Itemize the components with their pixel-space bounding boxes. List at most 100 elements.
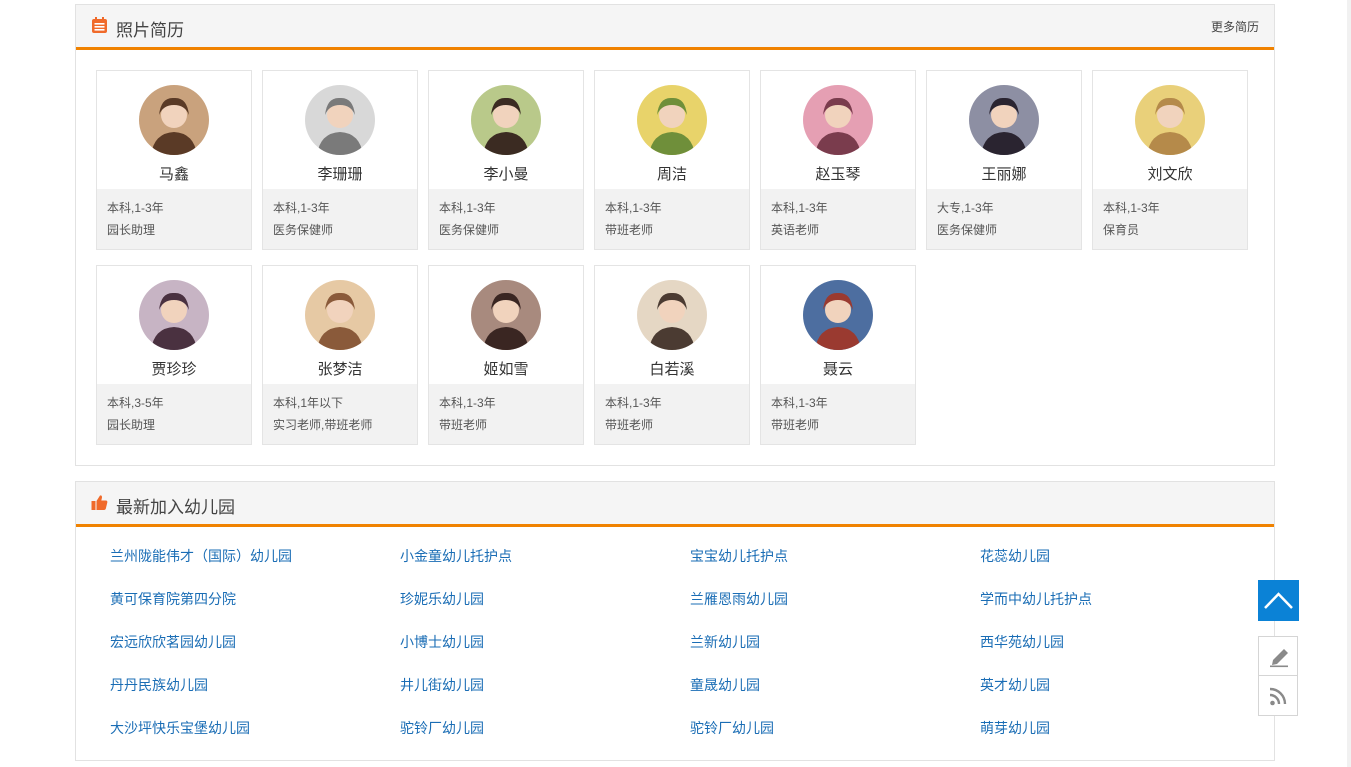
candidate-job: 带班老师 [605, 418, 654, 432]
avatar[interactable] [803, 280, 873, 350]
kindergarten-link[interactable]: 黄可保育院第四分院 [110, 589, 236, 609]
photo-resumes-panel: 照片简历 更多简历 马鑫 本科,1-3年 园长助理 李珊珊 本科,1-3年 医务保健师 李小… [75, 4, 1275, 466]
candidate-education: 本科,1-3年 [605, 201, 662, 215]
candidate-info: 本科,1-3年 医务保健师 [263, 189, 417, 249]
candidate-name[interactable]: 马鑫 [97, 163, 251, 184]
more-resumes-link[interactable]: 更多简历 [1211, 18, 1259, 35]
avatar[interactable] [305, 280, 375, 350]
candidate-name[interactable]: 赵玉琴 [761, 163, 915, 184]
resume-card[interactable]: 张梦洁本科,1年以下 实习老师,带班老师 [262, 265, 418, 445]
candidate-education: 本科,1-3年 [439, 396, 496, 410]
resume-card[interactable]: 赵玉琴本科,1-3年 英语老师 [760, 70, 916, 250]
kindergarten-link[interactable]: 井儿街幼儿园 [400, 675, 484, 695]
candidate-info: 本科,1-3年 英语老师 [761, 189, 915, 249]
avatar[interactable] [139, 280, 209, 350]
candidate-name[interactable]: 周洁 [595, 163, 749, 184]
resume-card[interactable]: 姬如雪本科,1-3年 带班老师 [428, 265, 584, 445]
candidate-name[interactable]: 李珊珊 [263, 163, 417, 184]
avatar[interactable] [139, 85, 209, 155]
photo-resumes-header: 照片简历 更多简历 [76, 5, 1274, 50]
kindergarten-link[interactable]: 驼铃厂幼儿园 [400, 718, 484, 738]
resume-card[interactable]: 李小曼本科,1-3年 医务保健师 [428, 70, 584, 250]
kindergarten-link[interactable]: 萌芽幼儿园 [980, 718, 1050, 738]
candidate-job: 带班老师 [771, 418, 820, 432]
candidate-education: 本科,1-3年 [605, 396, 662, 410]
resume-card[interactable]: 马鑫本科,1-3年 园长助理 [96, 70, 252, 250]
page-scrollbar[interactable] [1347, 0, 1351, 767]
kindergarten-link[interactable]: 丹丹民族幼儿园 [110, 675, 208, 695]
kindergarten-link[interactable]: 宏远欣欣茗园幼儿园 [110, 632, 236, 652]
candidate-job: 带班老师 [439, 418, 488, 432]
candidate-job: 实习老师,带班老师 [273, 418, 373, 432]
candidate-info: 本科,1-3年 带班老师 [595, 384, 749, 444]
candidate-education: 本科,1-3年 [1103, 201, 1160, 215]
candidate-education: 本科,1-3年 [107, 201, 164, 215]
thumbs-up-icon [91, 494, 108, 511]
avatar[interactable] [471, 85, 541, 155]
candidate-info: 本科,1-3年 带班老师 [429, 384, 583, 444]
pencil-icon [1270, 649, 1288, 668]
rss-subscribe-button[interactable] [1258, 676, 1298, 716]
kindergarten-link[interactable]: 小金童幼儿托护点 [400, 546, 512, 566]
resume-card[interactable]: 白若溪本科,1-3年 带班老师 [594, 265, 750, 445]
avatar[interactable] [471, 280, 541, 350]
candidate-education: 本科,1-3年 [273, 201, 330, 215]
candidate-name[interactable]: 聂云 [761, 358, 915, 379]
kindergarten-link[interactable]: 兰雁恩雨幼儿园 [690, 589, 788, 609]
candidate-education: 本科,3-5年 [107, 396, 164, 410]
candidate-name[interactable]: 刘文欣 [1093, 163, 1247, 184]
avatar[interactable] [305, 85, 375, 155]
rss-icon [1269, 687, 1287, 706]
candidate-info: 本科,1-3年 带班老师 [761, 384, 915, 444]
resume-card[interactable]: 李珊珊本科,1-3年 医务保健师 [262, 70, 418, 250]
new-kindergartens-header: 最新加入幼儿园 [76, 482, 1274, 527]
candidate-name[interactable]: 张梦洁 [263, 358, 417, 379]
kindergarten-link[interactable]: 兰州陇能伟才（国际）幼儿园 [110, 546, 292, 566]
candidate-name[interactable]: 贾珍珍 [97, 358, 251, 379]
kindergarten-link[interactable]: 珍妮乐幼儿园 [400, 589, 484, 609]
candidate-info: 本科,1-3年 带班老师 [595, 189, 749, 249]
candidate-job: 园长助理 [107, 418, 156, 432]
chevron-up-icon [1264, 592, 1293, 609]
resume-card[interactable]: 贾珍珍本科,3-5年 园长助理 [96, 265, 252, 445]
candidate-job: 医务保健师 [273, 223, 334, 237]
candidate-job: 带班老师 [605, 223, 654, 237]
resume-card[interactable]: 聂云本科,1-3年 带班老师 [760, 265, 916, 445]
candidate-job: 保育员 [1103, 223, 1140, 237]
avatar[interactable] [1135, 85, 1205, 155]
candidate-name[interactable]: 姬如雪 [429, 358, 583, 379]
avatar[interactable] [637, 85, 707, 155]
candidate-education: 本科,1-3年 [771, 396, 828, 410]
kindergarten-link[interactable]: 学而中幼儿托护点 [980, 589, 1092, 609]
kindergarten-link[interactable]: 小博士幼儿园 [400, 632, 484, 652]
avatar[interactable] [803, 85, 873, 155]
back-to-top-button[interactable] [1258, 580, 1299, 621]
feedback-edit-button[interactable] [1258, 636, 1298, 676]
kindergarten-link[interactable]: 西华苑幼儿园 [980, 632, 1064, 652]
candidate-job: 医务保健师 [439, 223, 500, 237]
kindergarten-link[interactable]: 兰新幼儿园 [690, 632, 760, 652]
new-kindergartens-title: 最新加入幼儿园 [116, 498, 235, 517]
candidate-info: 本科,1年以下 实习老师,带班老师 [263, 384, 417, 444]
kindergarten-link[interactable]: 驼铃厂幼儿园 [690, 718, 774, 738]
new-kindergartens-panel: 最新加入幼儿园 兰州陇能伟才（国际）幼儿园 小金童幼儿托护点 宝宝幼儿托护点 花蕊幼儿… [75, 481, 1275, 761]
resume-card[interactable]: 王丽娜 大专,1-3年 医务保健师 [926, 70, 1082, 250]
candidate-name[interactable]: 李小曼 [429, 163, 583, 184]
avatar[interactable] [969, 85, 1039, 155]
kindergarten-link[interactable]: 英才幼儿园 [980, 675, 1050, 695]
photo-resumes-title: 照片简历 [116, 21, 184, 40]
kindergarten-link[interactable]: 宝宝幼儿托护点 [690, 546, 788, 566]
candidate-education: 大专,1-3年 [937, 201, 994, 215]
candidate-info: 本科,1-3年 园长助理 [97, 189, 251, 249]
kindergarten-link[interactable]: 童晟幼儿园 [690, 675, 760, 695]
candidate-info: 本科,1-3年 保育员 [1093, 189, 1247, 249]
resume-card[interactable]: 刘文欣本科,1-3年 保育员 [1092, 70, 1248, 250]
resume-card[interactable]: 周洁本科,1-3年 带班老师 [594, 70, 750, 250]
kindergarten-link[interactable]: 花蕊幼儿园 [980, 546, 1050, 566]
avatar[interactable] [637, 280, 707, 350]
kindergarten-link[interactable]: 大沙坪快乐宝堡幼儿园 [110, 718, 250, 738]
candidate-name[interactable]: 王丽娜 [927, 163, 1081, 184]
candidate-name[interactable]: 白若溪 [595, 358, 749, 379]
calendar-icon [91, 17, 108, 34]
candidate-info: 本科,1-3年 医务保健师 [429, 189, 583, 249]
